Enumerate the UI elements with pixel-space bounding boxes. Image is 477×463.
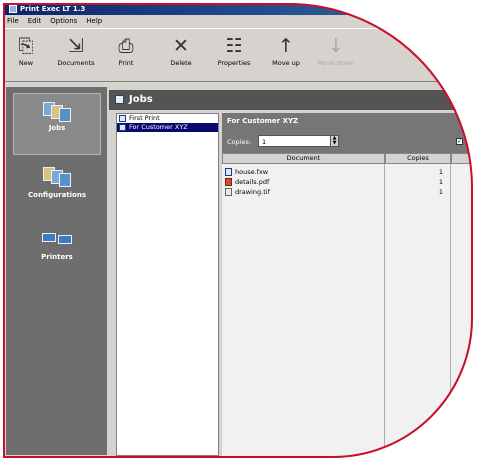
print-button[interactable]: ⎙ Print bbox=[99, 33, 153, 67]
jobs-icon bbox=[41, 98, 73, 122]
row-copies: 1 bbox=[438, 178, 443, 186]
move-up-icon: ↑ bbox=[278, 35, 294, 57]
document-name: drawing.tif bbox=[235, 188, 270, 196]
job-detail-panel: For Customer XYZ Copies: 1 ▲ ▼ ✓ C Docume… bbox=[222, 113, 473, 456]
menu-options[interactable]: Options bbox=[50, 17, 77, 25]
print-button-label: Print bbox=[118, 59, 134, 67]
title-bar: Print Exec LT 1.3 bbox=[3, 3, 473, 15]
new-button[interactable]: ⎘ New bbox=[3, 33, 53, 67]
documents-button-label: Documents bbox=[57, 59, 95, 67]
extra-column bbox=[451, 164, 473, 456]
job-title: For Customer XYZ bbox=[227, 117, 299, 125]
sidebar-item-printers[interactable]: Printers bbox=[13, 223, 101, 273]
pdf-icon bbox=[225, 178, 232, 186]
copies-column: 1 1 1 bbox=[385, 164, 451, 456]
table-row[interactable]: house.fxw bbox=[225, 167, 268, 177]
print-icon: ⎙ bbox=[118, 35, 134, 57]
row-copies: 1 bbox=[438, 168, 443, 176]
copies-input[interactable]: 1 bbox=[258, 135, 333, 147]
menu-edit[interactable]: Edit bbox=[28, 17, 42, 25]
menu-bar: File Edit Options Help bbox=[3, 15, 473, 27]
configurations-icon bbox=[41, 165, 73, 189]
tree-item-first-print[interactable]: First Print bbox=[117, 114, 218, 123]
window-title: Print Exec LT 1.3 bbox=[20, 5, 86, 13]
job-icon bbox=[119, 123, 126, 131]
copies-spinner[interactable]: ▲ ▼ bbox=[330, 135, 339, 147]
app-icon bbox=[9, 5, 17, 13]
app-window: Print Exec LT 1.3 File Edit Options Help ⎘ … bbox=[3, 3, 473, 458]
delete-button-label: Delete bbox=[170, 59, 192, 67]
tree-item-for-customer-xyz[interactable]: For Customer XYZ bbox=[117, 123, 218, 132]
column-header-extra[interactable] bbox=[451, 153, 473, 164]
sidebar-item-label: Printers bbox=[41, 253, 73, 261]
properties-button[interactable]: ☷ Properties bbox=[207, 33, 261, 67]
tree-item-label: First Print bbox=[129, 114, 160, 122]
move-up-button-label: Move up bbox=[272, 59, 300, 67]
job-icon bbox=[119, 114, 126, 122]
sidebar-item-jobs[interactable]: Jobs bbox=[13, 93, 101, 155]
tree-item-label: For Customer XYZ bbox=[129, 123, 188, 131]
sidebar-item-configurations[interactable]: Configurations bbox=[13, 161, 101, 213]
document-icon bbox=[225, 168, 232, 176]
row-copies: 1 bbox=[438, 188, 443, 196]
sidebar-item-label: Jobs bbox=[48, 124, 66, 132]
move-down-icon: ↓ bbox=[328, 35, 344, 57]
move-down-button[interactable]: ↓ Move down bbox=[309, 33, 363, 67]
new-document-icon: ⎘ bbox=[18, 35, 34, 57]
column-header-copies[interactable]: Copies bbox=[385, 153, 451, 164]
menu-help[interactable]: Help bbox=[86, 17, 102, 25]
delete-button[interactable]: ✕ Delete bbox=[154, 33, 208, 67]
add-document-icon: ⇲ bbox=[68, 35, 84, 57]
copies-label: Copies: bbox=[227, 138, 252, 146]
sidebar: Jobs Configurations Printers bbox=[6, 87, 107, 455]
menu-file[interactable]: File bbox=[7, 17, 19, 25]
jobs-header: Jobs bbox=[109, 90, 473, 110]
document-name: details.pdf bbox=[235, 178, 270, 186]
table-row[interactable]: details.pdf bbox=[225, 177, 269, 187]
document-name: house.fxw bbox=[235, 168, 269, 176]
column-header-document[interactable]: Document bbox=[222, 153, 385, 164]
document-column: house.fxw details.pdf drawing.tif bbox=[222, 164, 385, 456]
documents-table: Document Copies house.fxw details.pdf dr… bbox=[222, 153, 473, 456]
option-checkbox[interactable]: ✓ bbox=[456, 138, 463, 145]
move-down-button-label: Move down bbox=[317, 59, 355, 67]
sidebar-item-label: Configurations bbox=[28, 191, 86, 199]
properties-button-label: Properties bbox=[217, 59, 251, 67]
table-row[interactable]: drawing.tif bbox=[225, 187, 270, 197]
toolbar: ⎘ New ⇲ Documents ⎙ Print ✕ Delete ☷ Pro… bbox=[3, 28, 473, 82]
delete-icon: ✕ bbox=[173, 35, 189, 57]
jobs-header-title: Jobs bbox=[129, 94, 153, 105]
option-checkbox-label: C bbox=[465, 138, 470, 146]
job-tree: First Print For Customer XYZ bbox=[116, 113, 219, 456]
documents-button[interactable]: ⇲ Documents bbox=[49, 33, 103, 67]
new-button-label: New bbox=[18, 59, 34, 67]
move-up-button[interactable]: ↑ Move up bbox=[259, 33, 313, 67]
jobs-header-icon bbox=[115, 94, 124, 104]
properties-icon: ☷ bbox=[225, 35, 243, 57]
image-file-icon bbox=[225, 188, 232, 196]
screenshot-frame: Print Exec LT 1.3 File Edit Options Help ⎘ … bbox=[0, 0, 477, 463]
printers-icon bbox=[41, 227, 73, 251]
